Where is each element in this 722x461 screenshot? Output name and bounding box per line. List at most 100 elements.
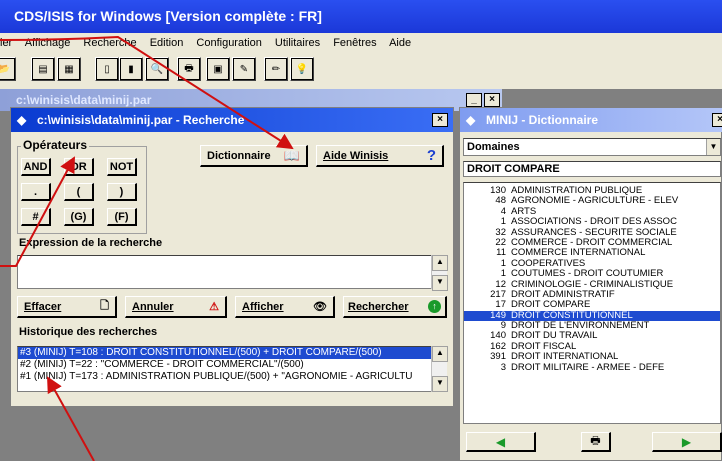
go-arrow-icon: ↑ <box>428 300 441 313</box>
printer-icon[interactable]: 🖶 <box>177 57 201 81</box>
term-label: DROIT COMPARE <box>511 299 591 311</box>
close-icon[interactable]: × <box>712 113 722 127</box>
term-label: DROIT MILITAIRE - ARMEE - DEFE <box>511 361 665 373</box>
g-button[interactable]: (G) <box>64 208 94 226</box>
background-window-title-text: c:\winisis\data\minij.par <box>16 93 152 107</box>
help-button-label: Aide Winisis <box>323 149 389 162</box>
next-button[interactable]: ▶ <box>652 432 722 452</box>
display-button[interactable]: Afficher 👁 <box>235 296 335 318</box>
page-icon: 🗋 <box>100 300 109 312</box>
dictionary-button[interactable]: Dictionnaire 📖 <box>200 145 308 167</box>
print-button[interactable]: 🖶 <box>581 432 611 452</box>
export-rtf-icon[interactable]: ▦ <box>57 57 81 81</box>
expression-label: Expression de la recherche <box>19 237 163 249</box>
history-label: Historique des recherches <box>19 326 158 338</box>
scroll-up-icon[interactable]: ▲ <box>432 255 448 271</box>
copy-icon[interactable]: ▯ <box>95 57 119 81</box>
clear-button[interactable]: Effacer 🗋 <box>17 296 117 318</box>
term-list[interactable]: 130 ADMINISTRATION PUBLIQUE 48 AGRONOMIE - … <box>463 182 721 424</box>
search-button-label: Rechercher <box>348 300 409 313</box>
dictionary-window: ◆ MINIJ - Dictionnaire × Domaines ▼ DROI… <box>459 107 722 461</box>
term-label: DROIT DU TRAVAIL <box>511 330 598 342</box>
menu-utilitaires[interactable]: Utilitaires <box>275 37 320 49</box>
term-label: ASSURANCES - SECURITE SOCIALE <box>511 226 677 238</box>
help-winisis-button[interactable]: Aide Winisis ? <box>316 145 444 167</box>
app-title-bar: CDS/ISIS for Windows [Version complète :… <box>0 0 722 33</box>
or-button[interactable]: OR <box>64 158 94 176</box>
dot-button[interactable]: . <box>21 183 51 201</box>
isis-icon: ◆ <box>466 113 476 127</box>
paste-icon[interactable]: ▮ <box>119 57 143 81</box>
preview-icon[interactable]: 🔍 <box>145 57 169 81</box>
field-select[interactable]: Domaines ▼ <box>463 138 721 156</box>
close-icon[interactable]: × <box>484 93 500 107</box>
not-button[interactable]: NOT <box>107 158 137 176</box>
term-count: 1 <box>500 268 506 280</box>
history-item[interactable]: #3 (MINIJ) T=108 : DROIT CONSTITUTIONNEL… <box>18 347 432 359</box>
dictionary-term[interactable]: 3 DROIT MILITAIRE - ARMEE - DEFE <box>464 361 720 373</box>
warning-icon: ⚠ <box>209 301 219 313</box>
search-window-title: ◆ c:\winisis\data\minij.par - Recherche <box>11 108 453 132</box>
history-scrollbar[interactable]: ▲ ▼ <box>431 346 448 392</box>
open-paren-button[interactable]: ( <box>64 183 94 201</box>
print-report-icon[interactable]: ▤ <box>31 57 55 81</box>
hash-button[interactable]: # <box>21 208 51 226</box>
book-icon: 📖 <box>283 147 300 163</box>
right-arrow-icon: ▶ <box>681 434 692 449</box>
and-button[interactable]: AND <box>21 158 51 176</box>
sign-icon[interactable]: ✎ <box>232 57 256 81</box>
close-icon[interactable]: × <box>432 113 448 127</box>
cancel-button-label: Annuler <box>132 300 174 313</box>
term-label: ASSOCIATIONS - DROIT DES ASSOC <box>511 216 677 228</box>
search-button[interactable]: Rechercher ↑ <box>343 296 447 318</box>
help-icon: ? <box>426 147 436 164</box>
menu-edition[interactable]: Edition <box>150 37 184 49</box>
search-window: ◆ c:\winisis\data\minij.par - Recherche … <box>10 107 454 407</box>
menu-fichier[interactable]: ier <box>0 37 12 49</box>
cancel-button[interactable]: Annuler ⚠ <box>125 296 227 318</box>
chevron-down-icon[interactable]: ▼ <box>706 139 720 155</box>
term-label: ADMINISTRATION PUBLIQUE <box>511 185 643 196</box>
menu-aide[interactable]: Aide <box>389 37 411 49</box>
menu-configuration[interactable]: Configuration <box>196 37 261 49</box>
term-count: 149 <box>490 309 506 321</box>
expression-scrollbar[interactable]: ▲ ▼ <box>431 255 448 291</box>
dictionary-button-label: Dictionnaire <box>207 149 271 162</box>
f-button[interactable]: (F) <box>107 208 137 226</box>
menu-affichage[interactable]: Affichage <box>25 37 71 49</box>
operators-label: Opérateurs <box>21 138 90 152</box>
term-label: DROIT FISCAL <box>511 340 577 352</box>
pencil-icon[interactable]: ✏ <box>264 57 288 81</box>
isis-icon: ◆ <box>17 113 27 127</box>
term-count: 11 <box>496 247 506 259</box>
menu-bar: ier Affichage Recherche Edition Configur… <box>0 33 722 53</box>
history-item[interactable]: #1 (MINIJ) T=173 : ADMINISTRATION PUBLIQ… <box>18 371 432 383</box>
previous-button[interactable]: ◀ <box>466 432 536 452</box>
menu-fenetres[interactable]: Fenêtres <box>333 37 376 49</box>
printer-icon: 🖶 <box>590 435 601 447</box>
history-list[interactable]: #3 (MINIJ) T=108 : DROIT CONSTITUTIONNEL… <box>17 346 433 392</box>
open-icon[interactable]: 📂 <box>0 57 16 81</box>
term-count: 1 <box>500 257 506 269</box>
lightbulb-icon[interactable]: 💡 <box>290 57 314 81</box>
menu-recherche[interactable]: Recherche <box>83 37 136 49</box>
left-arrow-icon: ◀ <box>495 434 506 449</box>
edit-icon[interactable]: ▣ <box>206 57 230 81</box>
field-select-value: Domaines <box>467 141 520 153</box>
current-term-input[interactable]: DROIT COMPARE <box>463 161 721 177</box>
scroll-down-icon[interactable]: ▼ <box>432 275 448 291</box>
close-paren-button[interactable]: ) <box>107 183 137 201</box>
clear-button-label: Effacer <box>24 300 62 313</box>
term-label: DROIT CONSTITUTIONNEL <box>511 309 633 321</box>
app-title: CDS/ISIS for Windows [Version complète :… <box>14 8 322 24</box>
term-count: 391 <box>490 351 506 363</box>
minimize-icon[interactable]: _ <box>466 93 482 107</box>
term-label: COMMERCE INTERNATIONAL <box>511 247 646 259</box>
expression-input[interactable] <box>17 255 433 289</box>
scroll-up-icon[interactable]: ▲ <box>432 346 448 362</box>
display-button-label: Afficher <box>242 300 284 313</box>
history-item[interactable]: #2 (MINIJ) T=22 : "COMMERCE - DROIT COMM… <box>18 359 432 371</box>
dictionary-window-title-text: MINIJ - Dictionnaire <box>486 113 599 127</box>
scroll-down-icon[interactable]: ▼ <box>432 376 448 392</box>
term-count: 48 <box>495 195 506 207</box>
